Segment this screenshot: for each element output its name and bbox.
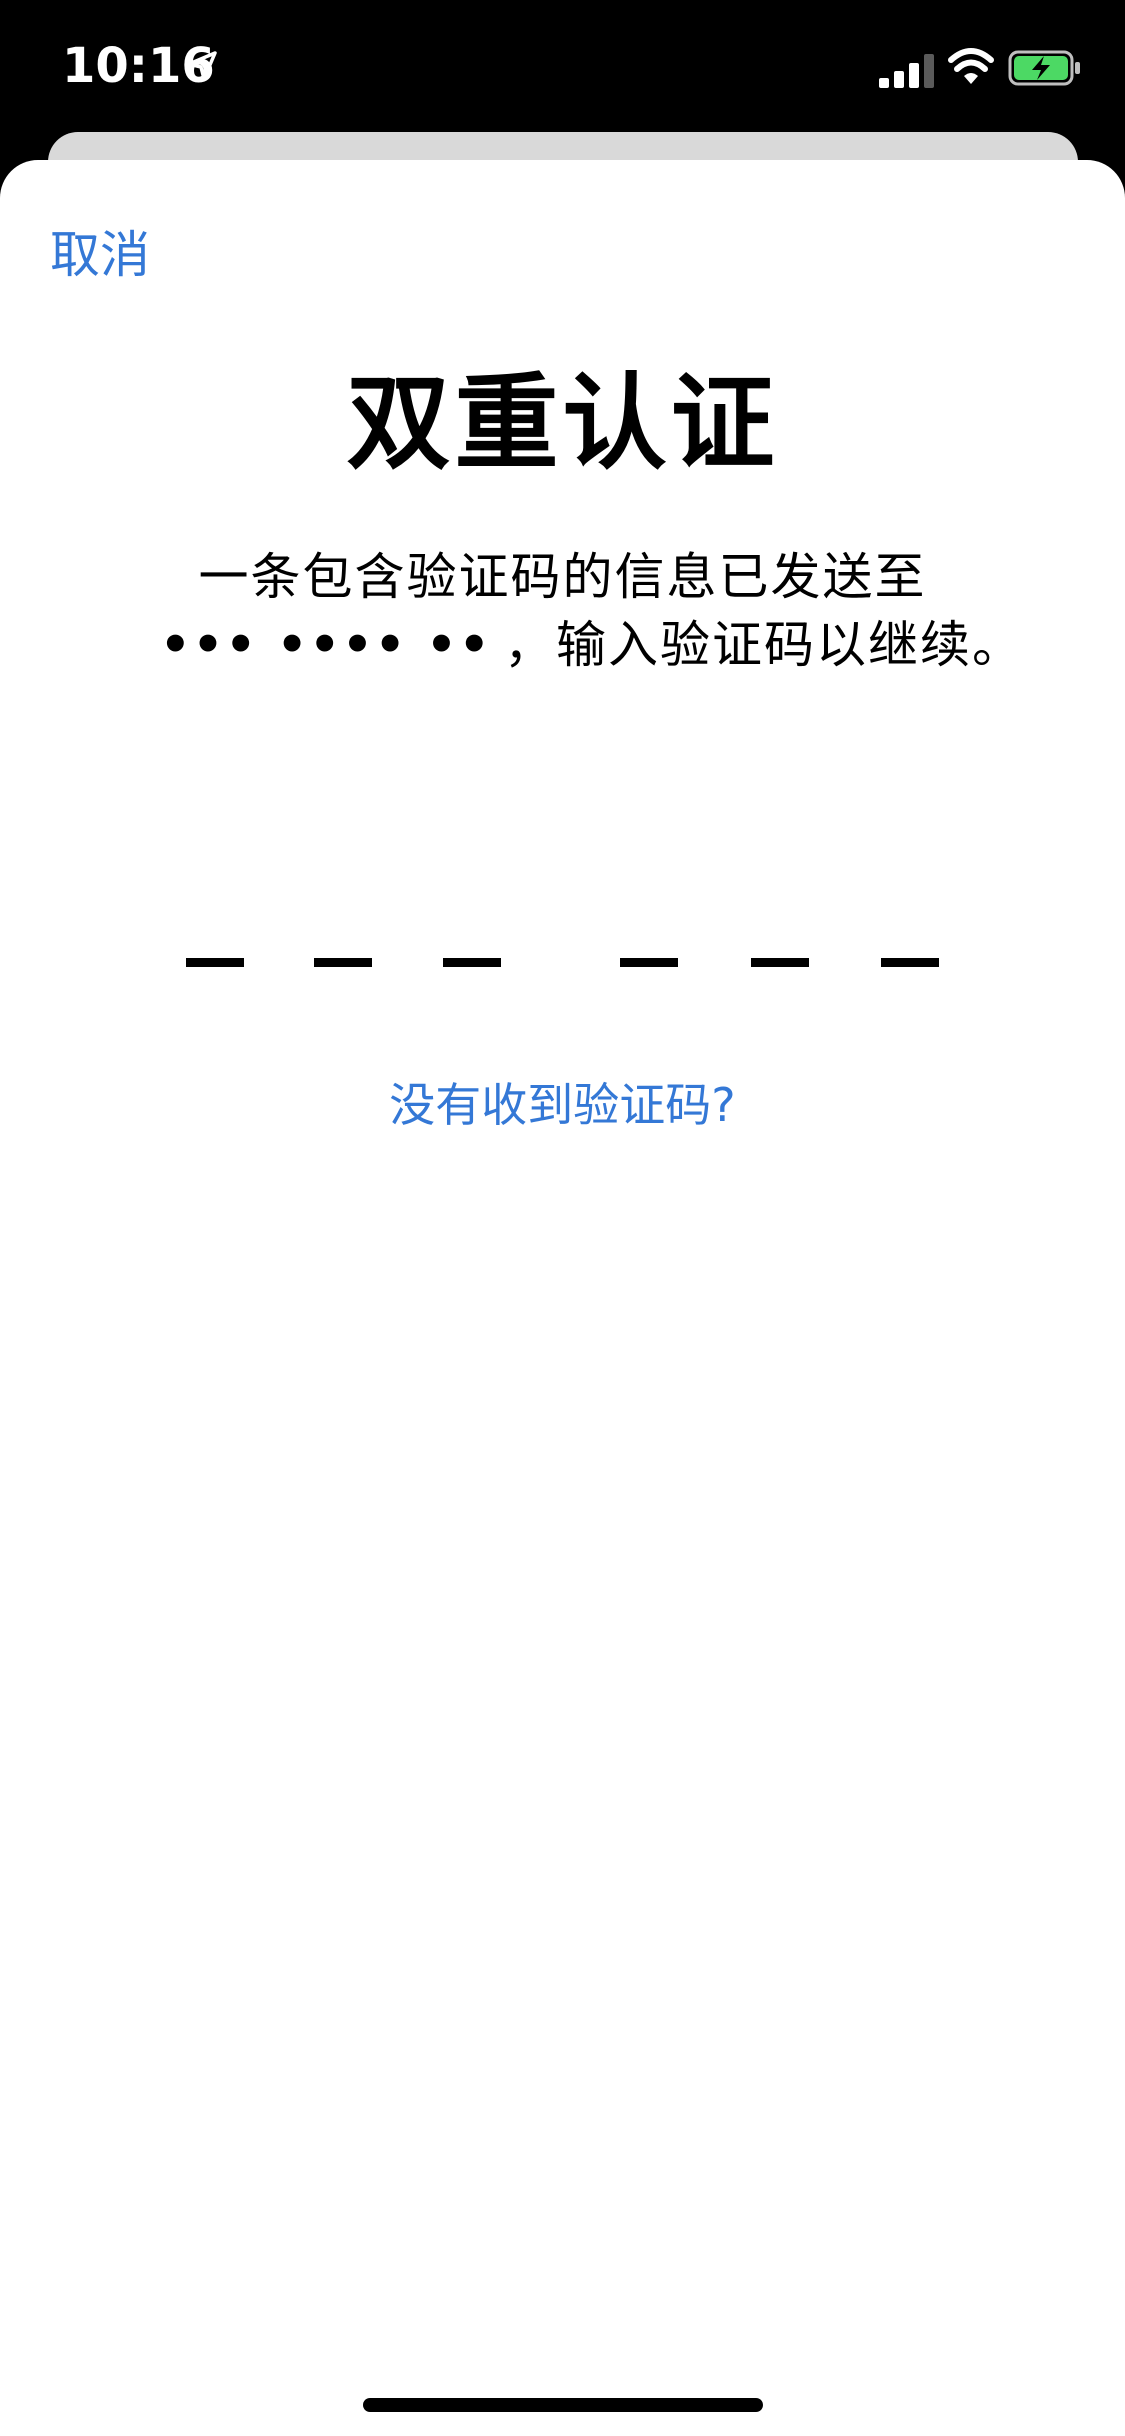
code-slot-dash: [314, 958, 372, 967]
code-slot-dash: [881, 958, 939, 967]
code-slot-dash: [186, 958, 244, 967]
battery-charging-icon: [1008, 50, 1080, 86]
didnt-receive-code-link[interactable]: 没有收到验证码?: [389, 1078, 735, 1132]
cancel-button[interactable]: 取消: [50, 220, 150, 290]
description-line-2-text: ，输入验证码以继续。: [504, 616, 1024, 674]
code-slot[interactable]: [443, 930, 501, 990]
code-slot[interactable]: [314, 930, 372, 990]
screen: 10:16 取消 双重认证 一条包含验证码的信息已发送至 ••• •••• ••…: [0, 0, 1125, 2436]
wifi-icon: [948, 48, 994, 84]
didnt-receive-code-link-row: 没有收到验证码?: [0, 1070, 1125, 1140]
code-slot[interactable]: [620, 930, 678, 990]
code-slot[interactable]: [186, 930, 244, 990]
cellular-signal-icon: [879, 54, 934, 88]
code-slot-dash: [443, 958, 501, 967]
code-slot[interactable]: [881, 930, 939, 990]
code-slot-dash: [620, 958, 678, 967]
description-line-2: ••• •••• •• ，输入验证码以继续。: [0, 610, 1125, 680]
verification-code-input[interactable]: [0, 930, 1125, 990]
masked-phone-number: ••• •••• ••: [160, 617, 492, 673]
home-indicator[interactable]: [363, 2398, 763, 2412]
description-line-1: 一条包含验证码的信息已发送至: [198, 548, 927, 606]
code-slot-dash: [751, 958, 809, 967]
location-arrow-icon: [187, 51, 217, 81]
two-factor-sheet: 取消 双重认证 一条包含验证码的信息已发送至 ••• •••• •• ，输入验证…: [0, 160, 1125, 2436]
code-slot[interactable]: [751, 930, 809, 990]
status-bar: 10:16: [0, 0, 1125, 132]
page-title: 双重认证: [346, 362, 779, 484]
